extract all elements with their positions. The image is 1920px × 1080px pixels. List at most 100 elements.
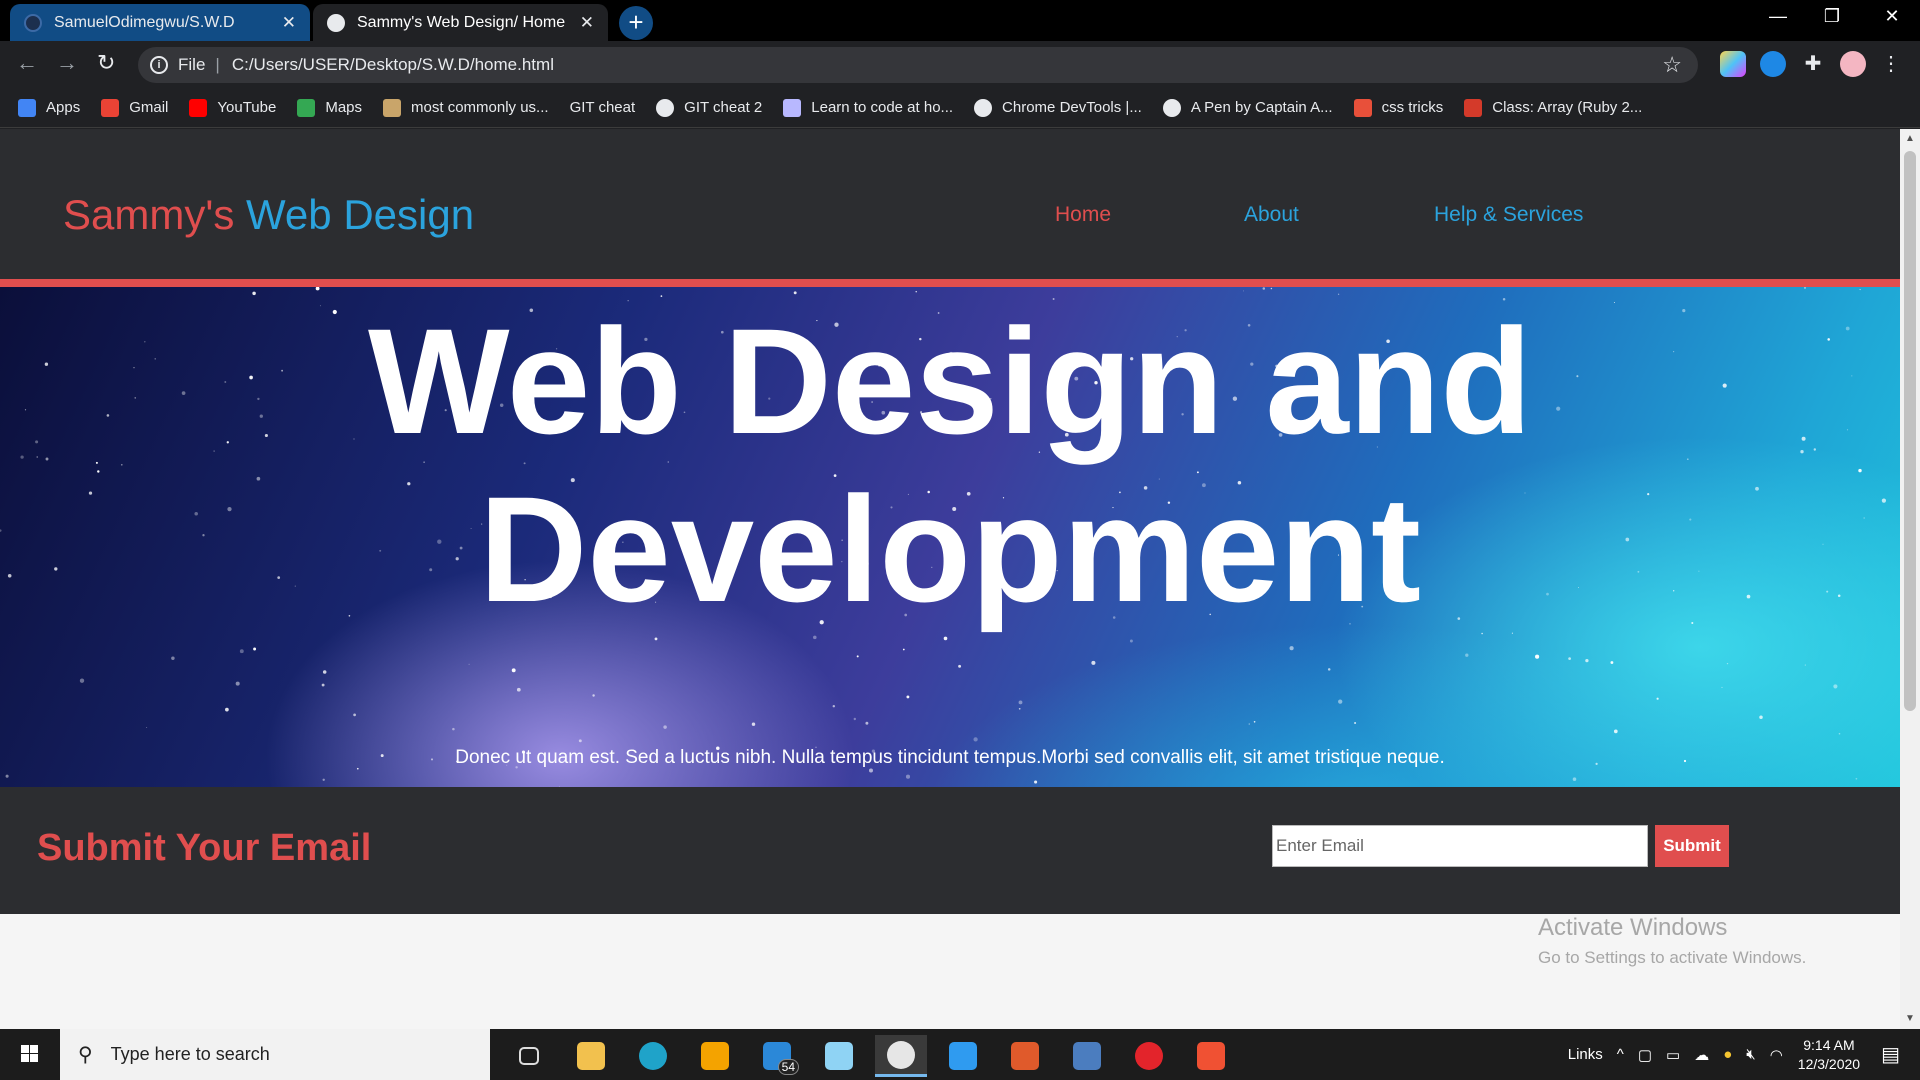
virtualbox-icon xyxy=(1073,1042,1101,1070)
taskbar-app[interactable] xyxy=(689,1035,741,1077)
chevron-up-icon[interactable]: ^ xyxy=(1617,1046,1624,1063)
email-signup-section: Submit Your Email Submit xyxy=(0,787,1900,914)
star-dot xyxy=(793,291,797,295)
site-logo[interactable]: Sammy's Web Design xyxy=(63,191,474,239)
bookmarks-bar: Apps Gmail YouTube Maps most commonly us... G… xyxy=(0,88,1920,128)
windows-taskbar: ⚲ Type here to search 54 Links ^ ▢ ▭ ☁ ●… xyxy=(0,1029,1920,1080)
reload-icon[interactable]: ↻ xyxy=(97,50,115,76)
star-dot xyxy=(1804,287,1806,289)
volume-muted-icon[interactable]: 🔇︎ xyxy=(1746,1046,1755,1063)
links-toolbar[interactable]: Links xyxy=(1568,1046,1603,1063)
bookmark-label: Gmail xyxy=(129,99,169,116)
bookmark-item[interactable]: Apps xyxy=(18,98,80,117)
minimize-icon[interactable]: — xyxy=(1758,6,1798,27)
browser-tab-active[interactable]: Sammy's Web Design/ Home ✕ xyxy=(313,4,608,41)
star-dot xyxy=(235,681,240,686)
star-dot xyxy=(315,287,320,291)
nav-about-link[interactable]: About xyxy=(1244,203,1299,227)
taskbar-app[interactable] xyxy=(1123,1035,1175,1077)
info-icon[interactable]: i xyxy=(150,56,168,74)
address-separator: | xyxy=(215,55,220,74)
taskbar-app[interactable] xyxy=(1061,1035,1113,1077)
bookmark-item[interactable]: Gmail xyxy=(101,98,169,117)
email-field[interactable] xyxy=(1272,825,1648,867)
puzzle-extensions-icon[interactable]: ✚ xyxy=(1800,51,1826,77)
star-dot xyxy=(1091,660,1096,665)
norton-icon[interactable]: ● xyxy=(1723,1046,1732,1063)
nav-help-services-link[interactable]: Help & Services xyxy=(1434,203,1583,227)
store-icon xyxy=(701,1042,729,1070)
tab-title: Sammy's Web Design/ Home xyxy=(357,13,566,31)
bookmark-item[interactable]: A Pen by Captain A... xyxy=(1162,98,1333,117)
address-url[interactable]: C:/Users/USER/Desktop/S.W.D/home.html xyxy=(232,55,554,75)
bookmark-label: A Pen by Captain A... xyxy=(1190,99,1333,116)
back-arrow-icon[interactable]: ← xyxy=(16,50,38,76)
nav-home-link[interactable]: Home xyxy=(1055,203,1111,227)
bookmark-item[interactable]: GIT cheat xyxy=(570,99,636,116)
bookmark-item[interactable]: Chrome DevTools |... xyxy=(974,98,1142,117)
close-icon[interactable]: ✕ xyxy=(282,13,296,33)
onedrive-cloud-icon[interactable]: ☁ xyxy=(1694,1046,1709,1064)
star-dot xyxy=(1465,653,1469,657)
meet-now-icon[interactable]: ▢ xyxy=(1638,1046,1652,1064)
windows-start-icon[interactable] xyxy=(10,1041,50,1069)
system-tray: Links ^ ▢ ▭ ☁ ● 🔇︎ ◠ 9:14 AM 12/3/2020 ▤ xyxy=(1561,1029,1920,1080)
bookmark-item[interactable]: YouTube xyxy=(189,98,276,117)
star-dot xyxy=(813,635,817,640)
bookmark-item[interactable]: GIT cheat 2 xyxy=(656,98,762,117)
bookmark-item[interactable]: Class: Array (Ruby 2... xyxy=(1464,98,1642,117)
star-dot xyxy=(1610,661,1614,664)
notifications-icon[interactable]: ▤ xyxy=(1881,1042,1900,1067)
new-tab-button[interactable]: + xyxy=(619,6,653,40)
taskbar-clock[interactable]: 9:14 AM 12/3/2020 xyxy=(1798,1036,1860,1074)
heart-extension-icon[interactable] xyxy=(1720,51,1746,77)
window-close-icon[interactable]: ✕ xyxy=(1872,6,1912,27)
taskbar-app[interactable] xyxy=(875,1035,927,1077)
menu-kebab-icon[interactable]: ⋮ xyxy=(1878,51,1904,77)
submit-button[interactable]: Submit xyxy=(1655,825,1729,867)
taskbar-app[interactable] xyxy=(1185,1035,1237,1077)
close-icon[interactable]: ✕ xyxy=(580,13,594,33)
taskbar-app[interactable] xyxy=(565,1035,617,1077)
taskbar-app[interactable] xyxy=(503,1035,555,1077)
star-dot xyxy=(869,768,873,773)
bookmark-item[interactable]: Maps xyxy=(297,98,362,117)
forward-arrow-icon[interactable]: → xyxy=(56,50,78,76)
star-dot xyxy=(832,704,836,708)
taskbar-app[interactable] xyxy=(813,1035,865,1077)
s-extension-icon[interactable] xyxy=(1760,51,1786,77)
page-scrollbar[interactable]: ▲ ▼ xyxy=(1900,129,1920,1029)
taskbar-app[interactable] xyxy=(937,1035,989,1077)
bookmark-item[interactable]: most commonly us... xyxy=(383,98,549,117)
watermark-subtitle: Go to Settings to activate Windows. xyxy=(1538,948,1807,967)
bookmark-label: GIT cheat xyxy=(569,99,636,116)
taskbar-app[interactable] xyxy=(627,1035,679,1077)
profile-avatar[interactable] xyxy=(1840,51,1866,77)
battery-icon[interactable]: ▭ xyxy=(1666,1046,1680,1064)
notepad-icon xyxy=(825,1042,853,1070)
git-icon xyxy=(1197,1042,1225,1070)
address-scheme: File xyxy=(178,55,206,74)
star-dot xyxy=(511,668,516,673)
scrollbar-thumb[interactable] xyxy=(1904,151,1916,711)
restore-icon[interactable]: ❐ xyxy=(1812,6,1852,27)
address-bar[interactable]: i File | C:/Users/USER/Desktop/S.W.D/hom… xyxy=(138,47,1698,83)
clock-date: 12/3/2020 xyxy=(1797,1055,1861,1072)
taskbar-search-box[interactable]: ⚲ Type here to search xyxy=(60,1029,490,1080)
scroll-down-icon[interactable]: ▼ xyxy=(1905,1013,1915,1024)
bookmark-star-icon[interactable]: ☆ xyxy=(1662,52,1682,78)
wifi-icon[interactable]: ◠ xyxy=(1770,1046,1783,1064)
scroll-up-icon[interactable]: ▲ xyxy=(1905,133,1915,144)
bookmark-label: most commonly us... xyxy=(411,99,549,116)
star-dot xyxy=(1855,777,1858,780)
browser-tab[interactable]: SamuelOdimegwu/S.W.D ✕ xyxy=(10,4,310,41)
star-dot xyxy=(1270,287,1273,290)
star-dot xyxy=(663,725,667,729)
star-dot xyxy=(1568,657,1571,660)
bookmark-item[interactable]: css tricks xyxy=(1353,98,1443,117)
bookmark-item[interactable]: Learn to code at ho... xyxy=(783,98,953,117)
taskbar-app[interactable] xyxy=(999,1035,1051,1077)
taskbar-app[interactable]: 54 xyxy=(751,1035,803,1077)
edge-icon xyxy=(639,1042,667,1070)
chrome-icon xyxy=(887,1040,915,1069)
